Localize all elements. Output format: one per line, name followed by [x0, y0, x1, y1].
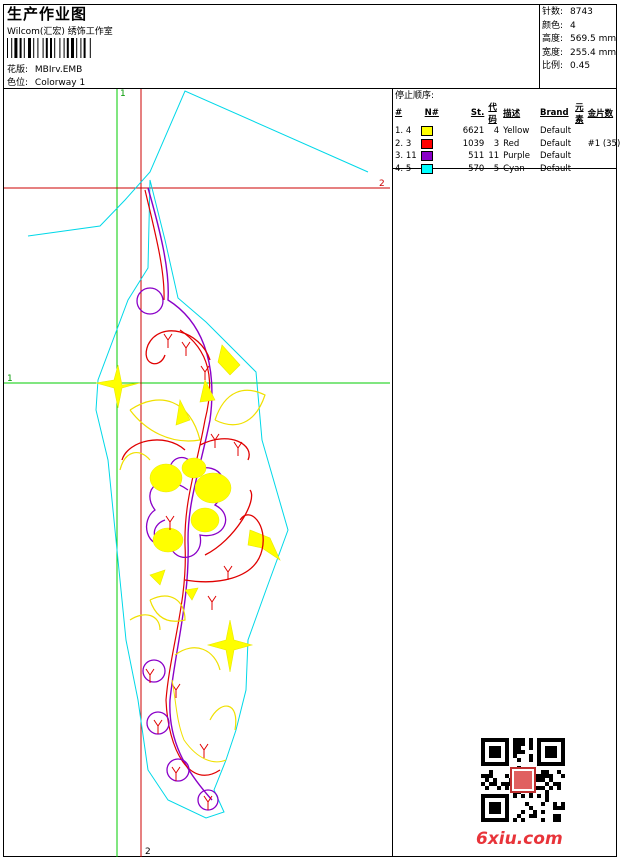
embroidery-preview — [4, 89, 390, 857]
swatch-purple — [420, 151, 433, 161]
stat-scale: 比例: 0.45 — [542, 61, 591, 71]
yellow-leaves — [119, 389, 266, 731]
swatch-yellow — [420, 126, 433, 136]
axis-label-h2-right: 2 — [379, 179, 385, 189]
design-stats: 针数: 8743 颜色: 4 高度: 569.5 mm 宽度: 255.4 mm 比例:… — [542, 6, 616, 74]
qr-code — [481, 738, 565, 822]
stop-sequence-heading: 停止顺序: — [395, 91, 435, 101]
garment-outline — [27, 90, 369, 237]
table-row: 4. 5 570 5 Cyan Default — [395, 163, 572, 176]
color-swatch — [419, 125, 441, 138]
stop-table-header: # N# St. 代码 描述 Brand 元素 金片数 — [395, 103, 614, 125]
header-divider-v — [539, 4, 540, 89]
swatch-red — [420, 138, 433, 149]
yellow-lower-outline — [171, 679, 227, 763]
stop-sequence-table: # N# St. 代码 描述 Brand 元素 金片数 1. 4 6621 4 … — [393, 101, 620, 175]
stat-width: 宽度: 255.4 mm — [542, 47, 617, 58]
table-row: 2. 3 1039 3 Red Default #1 (35) — [395, 138, 620, 151]
panel-divider-v — [392, 88, 393, 857]
color-swatch — [419, 138, 441, 151]
yellow-sprays — [95, 344, 281, 673]
stat-colors: 颜色: 4 — [542, 20, 576, 31]
purple-circle — [142, 659, 166, 683]
color-swatch — [419, 150, 441, 163]
axis-label-v2-bottom: 2 — [145, 847, 151, 857]
color-swatch — [419, 163, 441, 176]
red-curls — [121, 330, 264, 583]
stat-stitches: 针数: 8743 — [542, 7, 593, 17]
axis-label-h1-left: 1 — [7, 374, 13, 384]
watermark-logo: 6xiu.com — [476, 829, 563, 849]
table-row: 1. 4 6621 4 Yellow Default — [395, 125, 572, 138]
stat-height: 高度: 569.5 mm — [542, 34, 617, 44]
axis-label-v1-top: 1 — [120, 89, 126, 99]
table-row: 3. 11 511 11 Purple Default — [395, 150, 572, 163]
swatch-cyan — [420, 163, 433, 174]
